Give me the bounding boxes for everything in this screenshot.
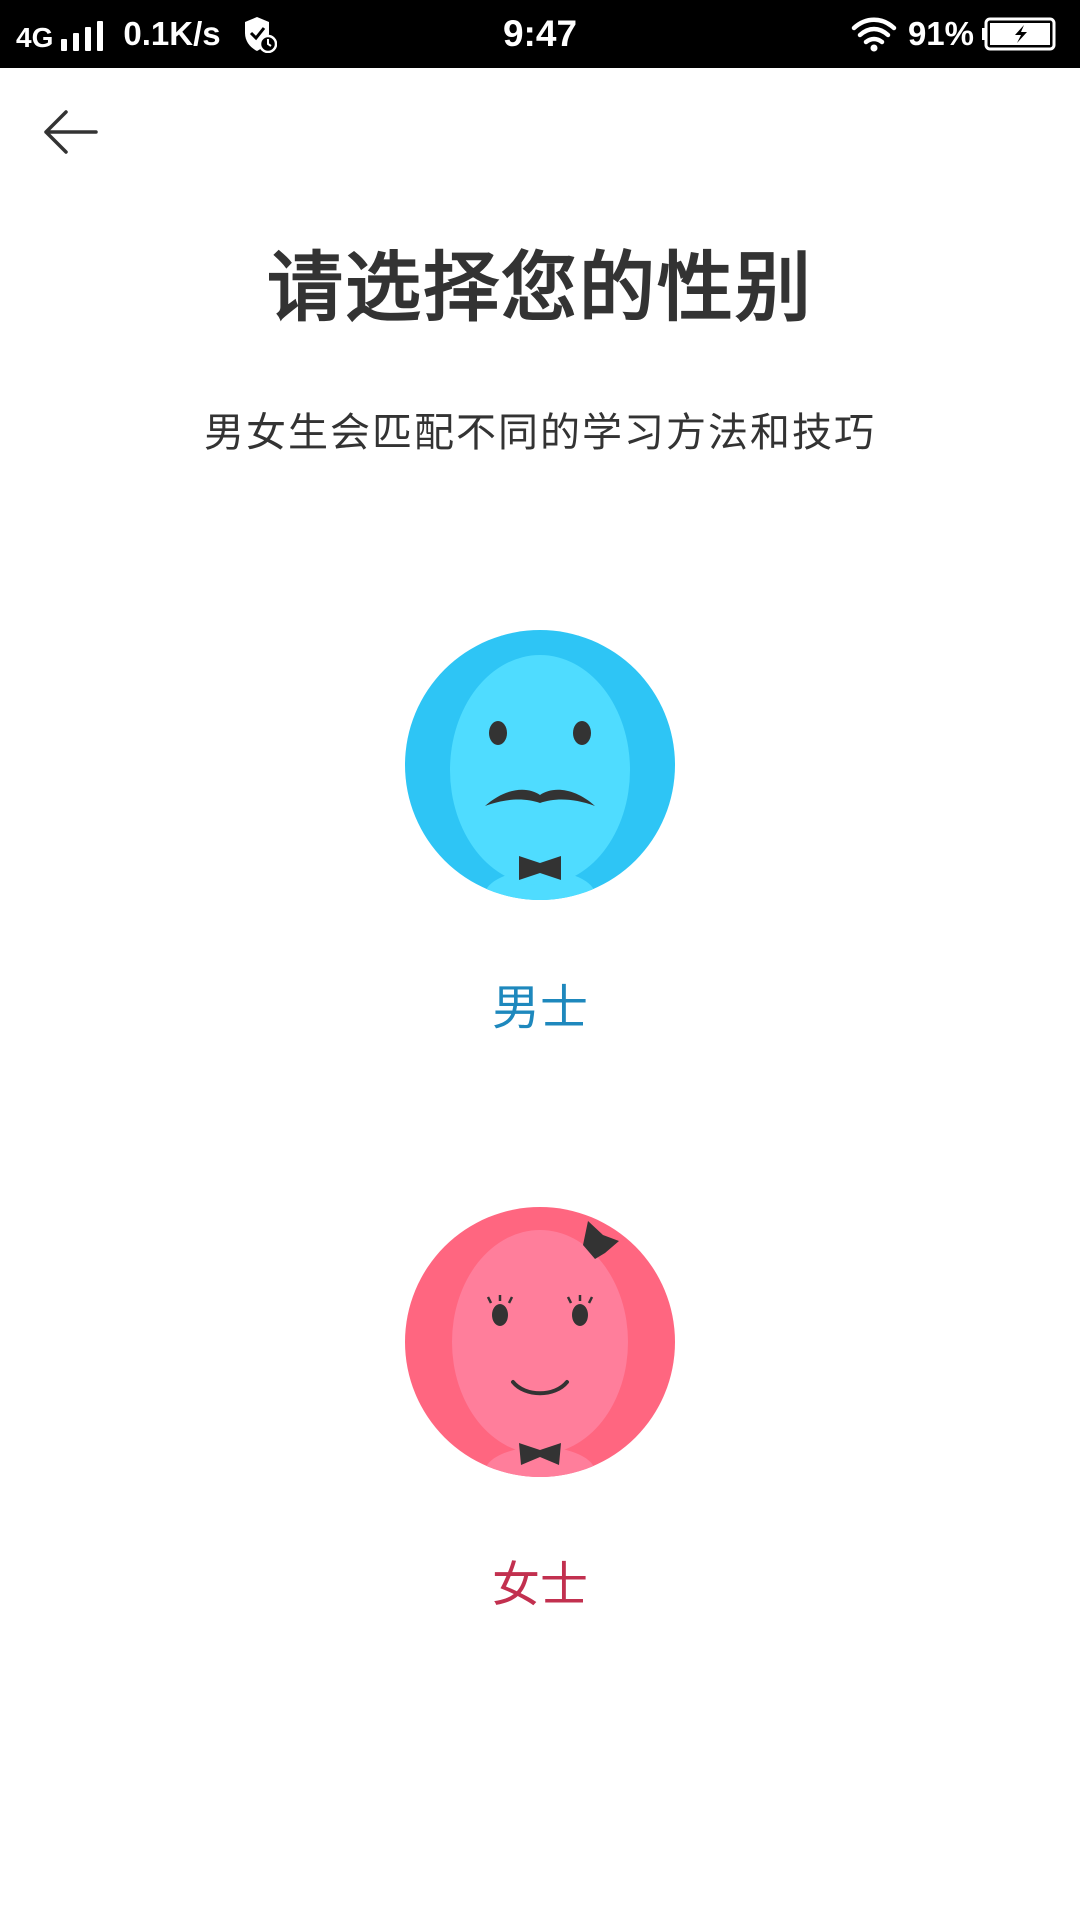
page-subtitle: 男女生会匹配不同的学习方法和技巧 — [204, 410, 876, 456]
arrow-left-icon — [44, 110, 98, 154]
wifi-icon — [851, 17, 897, 52]
battery-charging-icon — [982, 17, 1056, 51]
back-button[interactable] — [30, 96, 110, 168]
female-avatar-icon — [405, 1207, 675, 1477]
battery-percent: 91% — [907, 15, 974, 52]
status-right: 91% — [850, 0, 1056, 68]
status-bar: 4G 0.1K/s 9:47 91% — [0, 0, 1080, 68]
female-label: 女士 — [491, 1557, 588, 1613]
male-option[interactable]: 男士 — [340, 630, 740, 1036]
male-label: 男士 — [491, 980, 588, 1036]
male-avatar-icon — [405, 630, 675, 900]
page-title: 请选择您的性别 — [267, 243, 813, 332]
female-option[interactable]: 女士 — [340, 1207, 740, 1613]
